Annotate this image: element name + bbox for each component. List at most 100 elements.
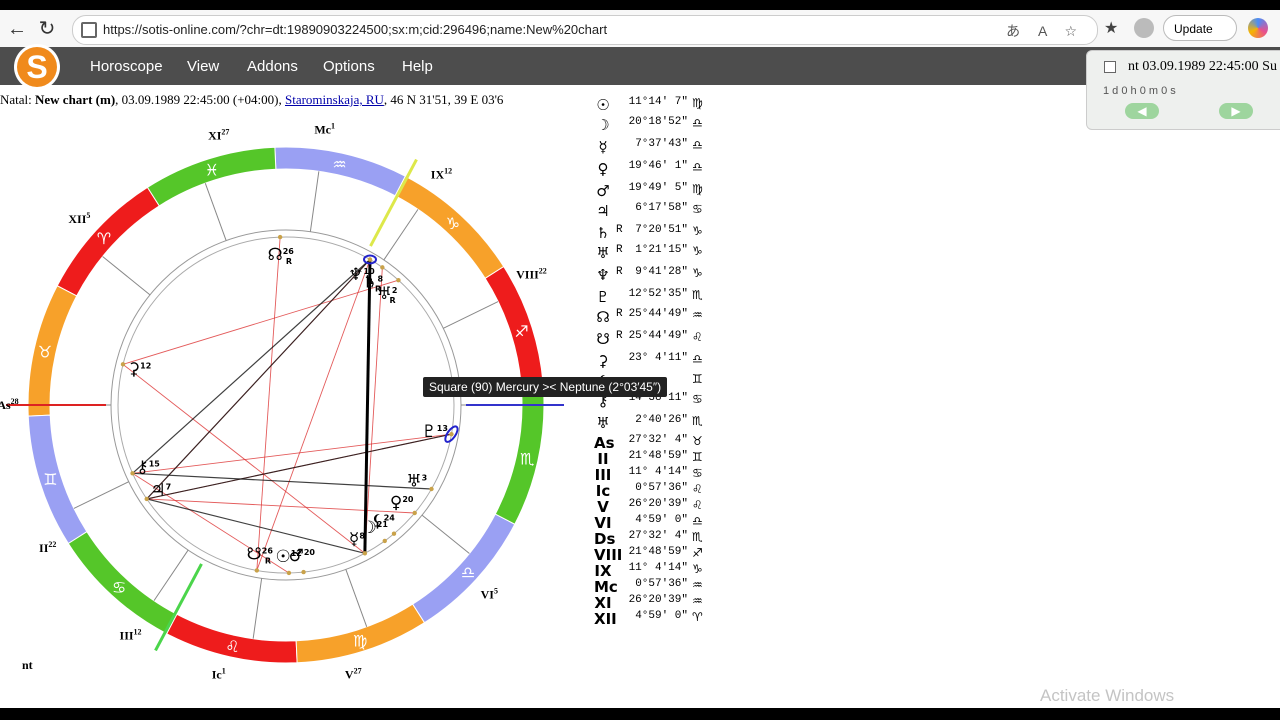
house-cusp-line xyxy=(102,256,151,296)
position-degree: 2°40′26″ xyxy=(635,414,688,426)
body-symbol: ♂ xyxy=(596,182,610,200)
browser-toolbar: ← ↻ https://sotis-online.com/?chr=dt:198… xyxy=(0,10,1280,49)
aspect-line xyxy=(146,259,371,500)
back-icon[interactable]: ← xyxy=(4,16,30,42)
position-degree: 7°20′51″ xyxy=(635,224,688,236)
zodiac-sign-icon: ♍ xyxy=(353,632,367,651)
zodiac-sign-icon: ♋ xyxy=(692,392,703,406)
position-degree: 27°32′ 4″ xyxy=(628,530,688,542)
house-label: II22 xyxy=(39,540,56,555)
zodiac-sign-icon: ♉ xyxy=(38,342,52,361)
position-degree: 0°57′36″ xyxy=(635,482,688,494)
zodiac-sign-icon: ♌ xyxy=(692,498,703,512)
profile-avatar[interactable] xyxy=(1134,18,1154,38)
planet-dot xyxy=(130,471,135,476)
aspect-line xyxy=(132,259,371,474)
zodiac-sign-icon: ♍ xyxy=(692,182,703,196)
chart-panel-title: nt 03.09.1989 22:45:00 Su xyxy=(1128,59,1277,74)
planet-dot xyxy=(286,570,292,576)
body-symbol: ♀ xyxy=(597,160,609,178)
house-label: VIII22 xyxy=(516,266,547,281)
zodiac-sign-icon: ♋ xyxy=(692,466,703,480)
time-step-fields[interactable]: 1 d 0 h 0 m 0 s xyxy=(1103,85,1176,97)
position-degree: 9°41′28″ xyxy=(635,266,688,278)
os-top-strip xyxy=(0,0,1280,10)
os-bottom-strip xyxy=(0,708,1280,720)
planet-glyph: ☿8 xyxy=(349,529,365,549)
menu-addons[interactable]: Addons xyxy=(247,58,298,75)
body-symbol: ♅ xyxy=(596,414,610,432)
step-back-button[interactable]: ◀ xyxy=(1125,103,1159,119)
address-bar[interactable]: https://sotis-online.com/?chr=dt:1989090… xyxy=(72,15,1098,45)
body-symbol: ♅ xyxy=(596,244,610,262)
zodiac-sign-icon: ♊ xyxy=(692,372,703,386)
read-aloud-icon[interactable]: A xyxy=(1038,23,1047,39)
zodiac-sign-icon: ♎ xyxy=(461,563,475,582)
zodiac-sign-icon: ♒ xyxy=(692,594,703,608)
planet-glyph: ♅2 R xyxy=(377,284,398,305)
zodiac-sign-icon: ♎ xyxy=(692,138,703,152)
position-degree: 4°59′ 0″ xyxy=(635,514,688,526)
zodiac-sign-icon: ♉ xyxy=(692,434,703,448)
zodiac-sign-icon: ♋ xyxy=(692,202,703,216)
translate-icon[interactable]: あ xyxy=(1006,23,1020,39)
reload-icon[interactable]: ↻ xyxy=(34,16,60,42)
house-cusp-line xyxy=(383,209,419,261)
url-text[interactable]: https://sotis-online.com/?chr=dt:1989090… xyxy=(103,22,607,37)
sotis-logo[interactable]: S xyxy=(14,44,60,90)
body-symbol: XII xyxy=(594,610,617,628)
position-degree: 1°21′15″ xyxy=(635,244,688,256)
logo-letter: S xyxy=(17,47,57,87)
planet-dot xyxy=(380,265,385,270)
house-label: XII5 xyxy=(68,211,90,226)
update-button[interactable]: Update ··· xyxy=(1163,15,1237,62)
planet-glyph: ♇13 xyxy=(422,422,448,442)
planet-glyph: ☋26 R xyxy=(247,545,274,566)
house-label: V27 xyxy=(345,667,362,682)
position-degree: 12°52′35″ xyxy=(628,288,688,300)
aspect-line xyxy=(122,279,399,365)
house-label: III12 xyxy=(120,627,142,642)
zodiac-sign-icon: ♐ xyxy=(514,322,528,341)
house-cusp-line xyxy=(345,569,368,627)
site-info-icon[interactable] xyxy=(81,22,97,38)
update-label: Update xyxy=(1174,22,1213,36)
house-cusp-line xyxy=(204,183,227,241)
inner-ring-inner xyxy=(117,236,455,574)
body-symbol: ♇ xyxy=(596,288,610,306)
planet-glyph: ☊26 R xyxy=(268,245,295,266)
menu-horoscope[interactable]: Horoscope xyxy=(90,58,163,75)
copilot-icon[interactable] xyxy=(1248,18,1268,38)
zodiac-sign-icon: ♊ xyxy=(692,450,703,464)
zodiac-sign-icon: ♒ xyxy=(692,308,703,322)
zodiac-sign-icon: ♌ xyxy=(692,482,703,496)
planet-dot xyxy=(396,277,401,283)
body-symbol: ☿ xyxy=(598,138,608,156)
favorites-icon[interactable]: ★ xyxy=(1104,18,1118,38)
position-degree: 11° 4′14″ xyxy=(628,562,688,574)
menu-view[interactable]: View xyxy=(187,58,219,75)
zodiac-segment xyxy=(27,285,78,417)
inner-ring-outer xyxy=(110,229,462,581)
menu-help[interactable]: Help xyxy=(402,58,433,75)
activate-windows-watermark: Activate Windows xyxy=(1040,686,1175,705)
position-degree: 6°17′58″ xyxy=(635,202,688,214)
planet-glyph: ⚸24 xyxy=(371,512,395,532)
zodiac-sign-icon: ♊ xyxy=(43,470,57,489)
menu-options[interactable]: Options xyxy=(323,58,375,75)
retrograde-flag: R xyxy=(616,308,623,320)
step-forward-button[interactable]: ▶ xyxy=(1219,103,1253,119)
zodiac-sign-icon: ♓ xyxy=(205,160,219,179)
body-symbol: ♃ xyxy=(596,202,610,220)
planet-dot xyxy=(120,362,126,367)
house-cusp-line xyxy=(443,301,499,329)
natal-chart-wheel[interactable]: ♈ ♉ ♊ ♋ ♌ ♍ ♎ ♏ ♐ ♑ ♒ ♓ As28 II22 III12 Ic1 V27 VI5 VIII22… xyxy=(0,100,580,700)
body-symbol: ☉ xyxy=(596,96,610,114)
address-bar-icons: あ A ☆ xyxy=(992,21,1077,41)
favorite-star-icon[interactable]: ☆ xyxy=(1064,23,1077,39)
planet-dot xyxy=(391,531,397,536)
planet-glyph: ♂20 xyxy=(289,546,316,566)
chart-checkbox[interactable] xyxy=(1104,61,1116,73)
zodiac-sign-icon: ♈ xyxy=(692,610,703,624)
house-label: Mc1 xyxy=(314,122,335,137)
